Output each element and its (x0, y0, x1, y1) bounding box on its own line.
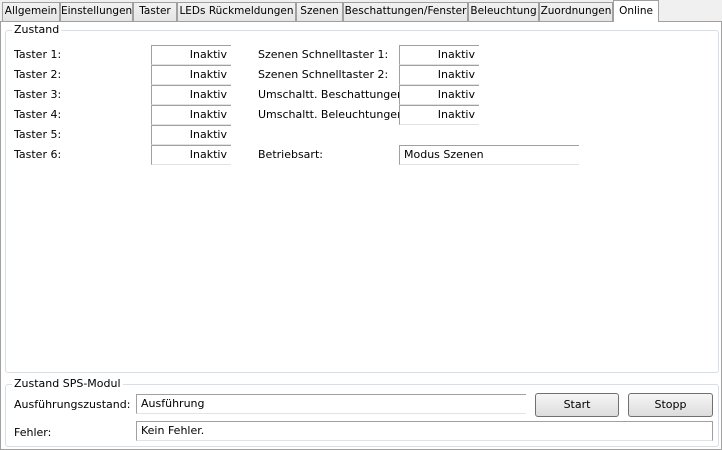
betriebsart-value: Modus Szenen (399, 145, 579, 165)
tab-bar: Allgemein Einstellungen Taster LEDs Rück… (0, 0, 722, 22)
taster-3-value: Inaktiv (151, 85, 231, 105)
umschaltt-beleuchtungen-label: Umschaltt. Beleuchtungen: (258, 108, 408, 121)
tab-allgemein[interactable]: Allgemein (2, 2, 60, 21)
taster-3-label: Taster 3: (14, 88, 62, 101)
sps-modul-group: Zustand SPS-Modul Ausführungszustand: Au… (5, 377, 719, 447)
umschaltt-beleuchtungen-value: Inaktiv (399, 105, 479, 125)
start-button[interactable]: Start (535, 393, 619, 417)
tab-zuordnungen[interactable]: Zuordnungen (539, 2, 613, 21)
szenen-schnelltaster-1-label: Szenen Schnelltaster 1: (258, 48, 389, 61)
stopp-button[interactable]: Stopp (628, 393, 713, 417)
ausfuehrungszustand-label: Ausführungszustand: (14, 398, 131, 411)
zustand-group: Zustand Taster 1: Inaktiv Taster 2: Inak… (5, 23, 719, 373)
szenen-schnelltaster-2-label: Szenen Schnelltaster 2: (258, 68, 389, 81)
tab-szenen[interactable]: Szenen (296, 2, 343, 21)
taster-5-label: Taster 5: (14, 128, 62, 141)
taster-4-value: Inaktiv (151, 105, 231, 125)
tab-taster[interactable]: Taster (133, 2, 177, 21)
szenen-schnelltaster-2-value: Inaktiv (399, 65, 479, 85)
fehler-value: Kein Fehler. (136, 421, 713, 441)
taster-5-value: Inaktiv (151, 125, 231, 145)
tab-einstellungen[interactable]: Einstellungen (60, 2, 133, 21)
szenen-schnelltaster-1-value: Inaktiv (399, 45, 479, 65)
tab-beleuchtung[interactable]: Beleuchtung (468, 2, 539, 21)
betriebsart-label: Betriebsart: (258, 148, 323, 161)
zustand-group-title: Zustand (12, 23, 62, 37)
taster-2-value: Inaktiv (151, 65, 231, 85)
fehler-label: Fehler: (14, 426, 52, 439)
sps-modul-group-title: Zustand SPS-Modul (12, 377, 123, 391)
taster-4-label: Taster 4: (14, 108, 62, 121)
taster-1-value: Inaktiv (151, 45, 231, 65)
tab-beschattungen-fenster[interactable]: Beschattungen/Fenster (343, 2, 468, 21)
umschaltt-beschattungen-value: Inaktiv (399, 85, 479, 105)
taster-6-value: Inaktiv (151, 145, 231, 165)
umschaltt-beschattungen-label: Umschaltt. Beschattungen: (258, 88, 408, 101)
tab-leds-rueckmeldungen[interactable]: LEDs Rückmeldungen (177, 2, 296, 21)
taster-1-label: Taster 1: (14, 48, 62, 61)
online-panel: Zustand Taster 1: Inaktiv Taster 2: Inak… (0, 21, 722, 450)
tab-online[interactable]: Online (613, 0, 659, 22)
taster-6-label: Taster 6: (14, 148, 62, 161)
taster-2-label: Taster 2: (14, 68, 62, 81)
ausfuehrungszustand-value: Ausführung (136, 394, 526, 414)
